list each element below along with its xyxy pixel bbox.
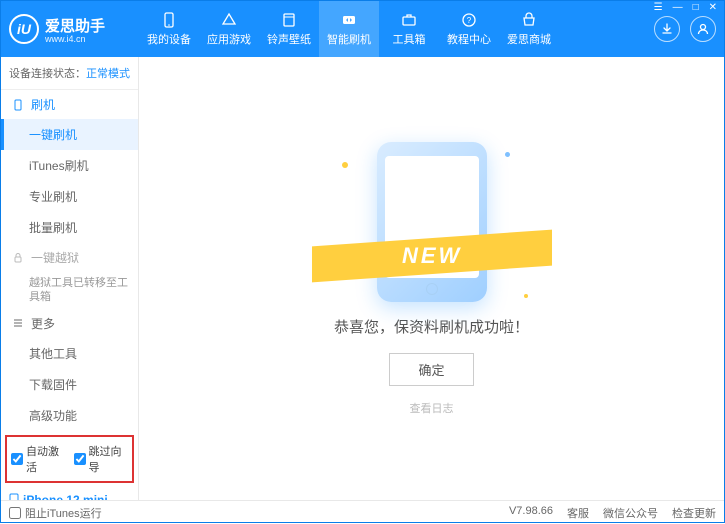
phone-graphic — [377, 142, 487, 302]
logo[interactable]: iU 爱思助手 www.i4.cn — [9, 14, 139, 44]
version-label: V7.98.66 — [509, 505, 553, 521]
sidebar-section-jailbreak: 一键越狱 — [1, 243, 138, 272]
sidebar-item-batch[interactable]: 批量刷机 — [1, 212, 138, 243]
new-ribbon: NEW — [312, 229, 552, 282]
window-controls: ☰ — □ ✕ — [652, 2, 719, 13]
tab-label: 应用游戏 — [207, 31, 251, 47]
tab-label: 教程中心 — [447, 31, 491, 47]
device-block[interactable]: iPhone 12 mini 64GB Down-12mini-13,1 — [1, 487, 138, 500]
check-auto-activate-input[interactable] — [11, 453, 23, 465]
jailbreak-note: 越狱工具已转移至工具箱 — [1, 272, 138, 309]
main-content: NEW 恭喜您，保资料刷机成功啦！ 确定 查看日志 — [139, 57, 724, 500]
download-button[interactable] — [654, 16, 680, 42]
option-checks-highlight: 自动激活 跳过向导 — [5, 435, 134, 483]
minimize-icon[interactable]: — — [671, 2, 685, 13]
list-icon — [11, 316, 25, 330]
footer-wechat[interactable]: 微信公众号 — [603, 505, 658, 521]
maximize-icon[interactable]: □ — [691, 2, 701, 13]
check-skip-guide-input[interactable] — [74, 453, 86, 465]
footer-check-update[interactable]: 检查更新 — [672, 505, 716, 521]
sidebar-item-other-tools[interactable]: 其他工具 — [1, 338, 138, 369]
success-message: 恭喜您，保资料刷机成功啦！ — [334, 316, 529, 337]
tab-label: 爱思商城 — [507, 31, 551, 47]
apps-icon — [220, 11, 238, 29]
footer: 阻止iTunes运行 V7.98.66 客服 微信公众号 检查更新 — [1, 500, 724, 524]
lock-icon — [11, 251, 25, 265]
app-name: 爱思助手 — [45, 18, 105, 35]
logo-icon: iU — [9, 14, 39, 44]
device-name: iPhone 12 mini — [9, 493, 130, 500]
svg-text:?: ? — [467, 16, 472, 25]
tab-label: 工具箱 — [393, 31, 426, 47]
ok-button[interactable]: 确定 — [389, 353, 473, 386]
wallpaper-icon — [280, 11, 298, 29]
check-auto-activate[interactable]: 自动激活 — [11, 443, 66, 475]
tab-tutorial[interactable]: ? 教程中心 — [439, 1, 499, 57]
tab-store[interactable]: 爱思商城 — [499, 1, 559, 57]
phone-icon — [160, 11, 178, 29]
sidebar-item-itunes[interactable]: iTunes刷机 — [1, 150, 138, 181]
connection-status: 设备连接状态：正常模式 — [1, 57, 138, 90]
tab-ringtone[interactable]: 铃声壁纸 — [259, 1, 319, 57]
help-icon: ? — [460, 11, 478, 29]
menu-icon[interactable]: ☰ — [652, 2, 665, 13]
tab-apps[interactable]: 应用游戏 — [199, 1, 259, 57]
connection-mode: 正常模式 — [86, 68, 130, 80]
tab-toolbox[interactable]: 工具箱 — [379, 1, 439, 57]
flash-icon — [340, 11, 358, 29]
store-icon — [520, 11, 538, 29]
toolbox-icon — [400, 11, 418, 29]
sidebar-section-more[interactable]: 更多 — [1, 309, 138, 338]
footer-customer-service[interactable]: 客服 — [567, 505, 589, 521]
app-url: www.i4.cn — [45, 34, 105, 44]
success-illustration: NEW — [332, 142, 532, 302]
tab-label: 铃声壁纸 — [267, 31, 311, 47]
phone-icon — [11, 98, 25, 112]
sidebar-section-flash[interactable]: 刷机 — [1, 90, 138, 119]
user-button[interactable] — [690, 16, 716, 42]
block-itunes-check[interactable]: 阻止iTunes运行 — [9, 505, 102, 521]
sidebar-item-oneclick[interactable]: 一键刷机 — [1, 119, 138, 150]
sidebar: 设备连接状态：正常模式 刷机 一键刷机 iTunes刷机 专业刷机 批量刷机 一… — [1, 57, 139, 500]
view-log-link[interactable]: 查看日志 — [410, 400, 454, 416]
sidebar-item-download-fw[interactable]: 下载固件 — [1, 369, 138, 400]
tab-label: 智能刷机 — [327, 31, 371, 47]
tab-label: 我的设备 — [147, 31, 191, 47]
phone-icon — [9, 493, 19, 500]
nav-tabs: 我的设备 应用游戏 铃声壁纸 智能刷机 工具箱 ? 教程中心 爱思商城 — [139, 1, 654, 57]
close-icon[interactable]: ✕ — [707, 2, 719, 13]
tab-flash[interactable]: 智能刷机 — [319, 1, 379, 57]
block-itunes-input[interactable] — [9, 507, 21, 519]
tab-my-device[interactable]: 我的设备 — [139, 1, 199, 57]
sidebar-item-pro[interactable]: 专业刷机 — [1, 181, 138, 212]
sidebar-item-advanced[interactable]: 高级功能 — [1, 400, 138, 431]
check-skip-guide[interactable]: 跳过向导 — [74, 443, 129, 475]
app-header: iU 爱思助手 www.i4.cn 我的设备 应用游戏 铃声壁纸 智能刷机 工具… — [1, 1, 724, 57]
